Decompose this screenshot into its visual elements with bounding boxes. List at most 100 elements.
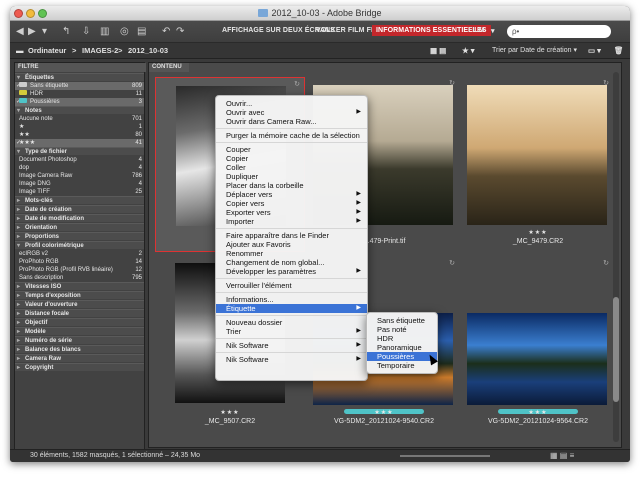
back-icon[interactable]: ◀	[16, 26, 24, 38]
menu-item[interactable]: Étiquette ▶	[216, 304, 367, 313]
filter-section-header[interactable]: Copyright	[15, 363, 144, 372]
menu-item[interactable]: Développer les paramètres ▶	[216, 267, 367, 276]
filter-item[interactable]: Aucune note 701	[15, 115, 144, 123]
thumbnail-image[interactable]	[467, 85, 607, 225]
recent-icon[interactable]: ▾	[42, 26, 47, 38]
menu-item[interactable]: Copier vers ▶	[216, 199, 367, 208]
filter-panel-tab[interactable]: FILTRE	[15, 63, 146, 72]
thumbnail-image[interactable]	[467, 313, 607, 405]
thumbnail-filename[interactable]: VG-5DM2_20121024-9540.CR2	[309, 418, 459, 425]
breadcrumb-current-folder[interactable]: 2012_10-03	[128, 46, 168, 55]
filter-section-header[interactable]: Distance focale	[15, 309, 144, 318]
rotate-icon[interactable]: ↻	[449, 79, 455, 87]
content-panel-tab[interactable]: CONTENU	[149, 63, 189, 72]
workspace-film[interactable]: FILM	[468, 27, 485, 34]
menu-item[interactable]: Pas noté	[367, 325, 437, 334]
filter-section-header[interactable]: Profil colorimétrique	[15, 241, 144, 250]
filter-section-header[interactable]: Balance des blancs	[15, 345, 144, 354]
filter-item[interactable]: ✓Poussières3	[15, 98, 144, 106]
forward-icon[interactable]: ▶	[28, 26, 36, 38]
filter-item[interactable]: ★ 1	[15, 123, 144, 131]
menu-item[interactable]: Copier	[216, 154, 367, 163]
menu-item[interactable]: Ouvrir dans Camera Raw...	[216, 117, 367, 126]
menu-item[interactable]: Verrouiller l'élément	[216, 281, 367, 290]
filter-section-header[interactable]: Modèle	[15, 327, 144, 336]
menu-item[interactable]: Renommer	[216, 249, 367, 258]
filter-item[interactable]: HDR 11	[15, 90, 144, 98]
rotate-icon[interactable]: ↻	[603, 259, 609, 267]
breadcrumb-computer[interactable]: Ordinateur	[28, 46, 66, 55]
menu-item[interactable]: Importer ▶	[216, 217, 367, 226]
menu-item[interactable]: Trier ▶	[216, 327, 367, 336]
menu-item[interactable]: HDR	[367, 334, 437, 343]
menu-item[interactable]: Exporter vers ▶	[216, 208, 367, 217]
filter-item[interactable]: Image Camera Raw 786	[15, 172, 144, 180]
filter-item[interactable]: Image DNG 4	[15, 180, 144, 188]
filter-section-header[interactable]: Camera Raw	[15, 354, 144, 363]
menu-item[interactable]: Nik Software ▶	[216, 341, 367, 350]
thumbnail-filename[interactable]: _MC_9479.CR2	[463, 238, 613, 245]
filter-item[interactable]: Image TIFF 25	[15, 188, 144, 196]
menu-item[interactable]: Temporaire	[367, 361, 437, 370]
get-photos-icon[interactable]: ⇩	[82, 26, 90, 38]
filter-section-header[interactable]: Mots-clés	[15, 196, 144, 205]
filter-item[interactable]: ProPhoto RGB 14	[15, 258, 144, 266]
menu-item[interactable]: Déplacer vers ▶	[216, 190, 367, 199]
workspace-menu-chevron-icon[interactable]: ▾	[491, 27, 495, 35]
filter-section-header[interactable]: Valeur d'ouverture	[15, 300, 144, 309]
menu-item[interactable]: Ouvrir avec ▶	[216, 108, 367, 117]
filter-item[interactable]: Sans description 795	[15, 274, 144, 282]
filter-section-header[interactable]: Étiquettes	[15, 73, 144, 82]
menu-item[interactable]: Coller	[216, 163, 367, 172]
menu-item[interactable]: Changement de nom global...	[216, 258, 367, 267]
trash-icon[interactable]: 🗑	[614, 46, 624, 55]
menu-item[interactable]: Sans étiquette	[367, 316, 437, 325]
filter-section-header[interactable]: Notes	[15, 106, 144, 115]
thumbnail-cell[interactable]: ★★★ VG-5DM2_20121024-9564.CR2 ↻	[463, 257, 613, 432]
refine-icon[interactable]: ▥	[100, 26, 109, 38]
rotate-icon[interactable]: ↻	[294, 80, 300, 88]
filter-item[interactable]: ecIRGB v2 2	[15, 250, 144, 258]
thumbnail-rating[interactable]: ★★★	[463, 229, 613, 236]
open-camera-raw-icon[interactable]: ◎	[120, 26, 129, 38]
thumbnail-filename[interactable]: VG-5DM2_20121024-9564.CR2	[463, 418, 613, 425]
rotate-icon[interactable]: ↻	[603, 79, 609, 87]
filter-section-header[interactable]: Proportions	[15, 232, 144, 241]
menu-item[interactable]: Ajouter aux Favoris	[216, 240, 367, 249]
scrollbar-thumb[interactable]	[613, 297, 619, 402]
menu-item[interactable]: Placer dans la corbeille	[216, 181, 367, 190]
menu-item[interactable]: Panoramique	[367, 343, 437, 352]
rotate-right-icon[interactable]: ↷	[176, 26, 184, 38]
rotate-left-icon[interactable]: ↶	[162, 26, 170, 38]
filter-item[interactable]: ✓ ★★★ 41	[15, 139, 144, 147]
filter-section-header[interactable]: Objectif	[15, 318, 144, 327]
filter-section-header[interactable]: Orientation	[15, 223, 144, 232]
thumbnail-size-slider[interactable]	[400, 455, 490, 457]
breadcrumb-images2[interactable]: IMAGES-2	[82, 46, 118, 55]
thumbnail-rating[interactable]: ★★★	[309, 409, 459, 416]
filter-section-header[interactable]: Date de création	[15, 205, 144, 214]
filter-item[interactable]: ProPhoto RGB (Profil RVB linéaire) 12	[15, 266, 144, 274]
filter-item[interactable]: Document Photoshop 4	[15, 156, 144, 164]
menu-item[interactable]: Informations...	[216, 295, 367, 304]
sort-dropdown[interactable]: Trier par Date de création ▾	[492, 46, 577, 54]
new-folder-icon[interactable]: ▭ ▾	[588, 46, 601, 55]
filter-section-header[interactable]: Vitesses ISO	[15, 282, 144, 291]
filter-section-header[interactable]: Temps d'exposition	[15, 291, 144, 300]
filter-section-header[interactable]: Date de modification	[15, 214, 144, 223]
output-icon[interactable]: ▤	[137, 26, 146, 38]
menu-item[interactable]: Couper	[216, 145, 367, 154]
rotate-icon[interactable]: ↻	[449, 259, 455, 267]
rating-filter-icon[interactable]: ★ ▾	[462, 46, 475, 55]
content-scrollbar[interactable]	[613, 72, 619, 442]
thumbnail-filename[interactable]: _MC_9507.CR2	[155, 418, 305, 425]
thumbnail-rating[interactable]: ★★★	[155, 409, 305, 416]
menu-item[interactable]: Nouveau dossier	[216, 318, 367, 327]
menu-item[interactable]: Faire apparaître dans le Finder	[216, 231, 367, 240]
filter-item[interactable]: ✓Sans étiquette809	[15, 82, 144, 90]
thumbnail-cell[interactable]: ★★★ _MC_9479.CR2 ↻	[463, 77, 613, 252]
view-quality-icon[interactable]: ▦ ▤	[430, 46, 446, 55]
filter-section-header[interactable]: Type de fichier	[15, 147, 144, 156]
search-input[interactable]: ρ•	[507, 25, 611, 38]
filter-item[interactable]: ★★ 80	[15, 131, 144, 139]
